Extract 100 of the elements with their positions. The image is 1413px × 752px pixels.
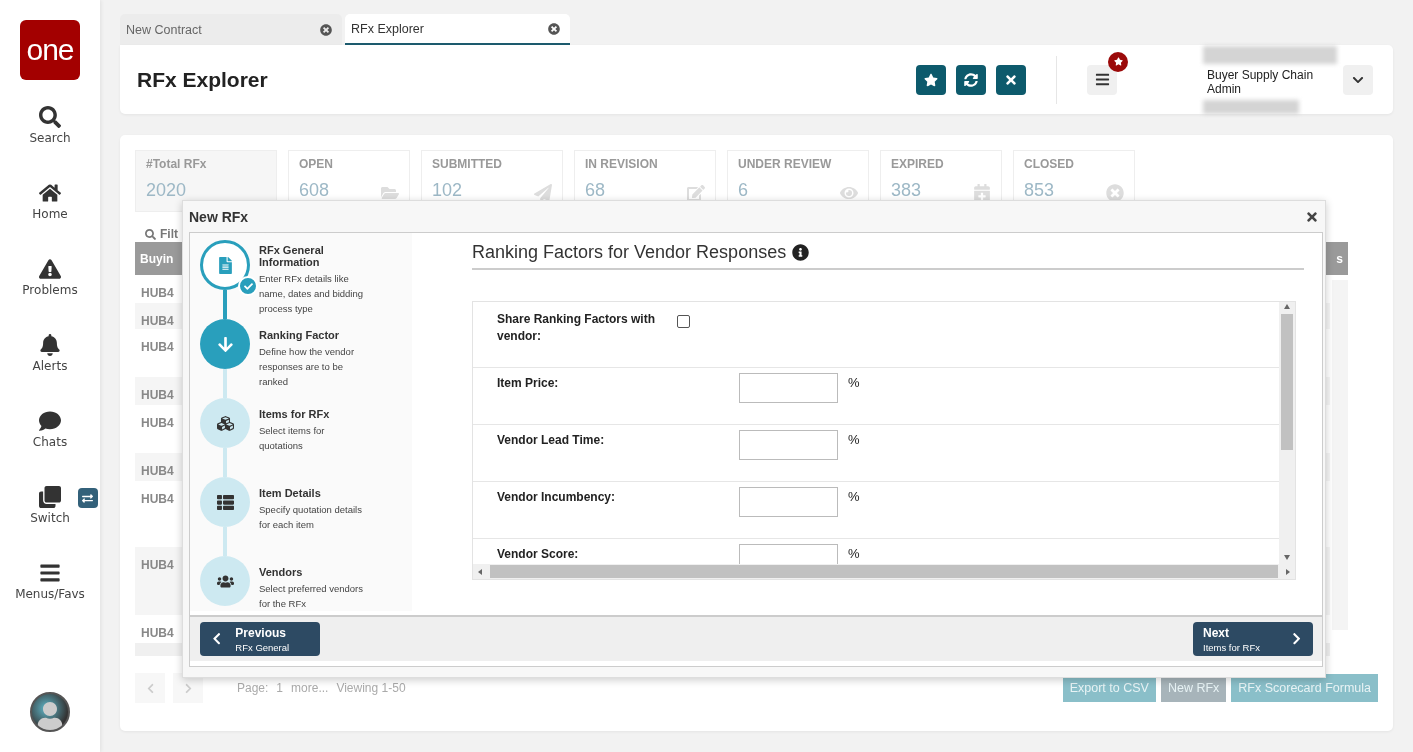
tab[interactable]: RFx Explorer xyxy=(345,14,570,45)
info-icon[interactable] xyxy=(792,244,810,261)
scroll-arrow-icon[interactable] xyxy=(476,567,484,576)
field-label: Vendor Lead Time: xyxy=(497,432,606,449)
stat-label: CLOSED xyxy=(1024,157,1075,171)
viewing-range: Viewing 1-50 xyxy=(336,681,406,695)
field-label: Share Ranking Factors with vendor: xyxy=(497,311,657,345)
document-icon xyxy=(216,256,234,274)
stat-label: OPEN xyxy=(299,157,334,171)
tab[interactable]: New Contract xyxy=(120,14,342,45)
stat-label: IN REVISION xyxy=(585,157,659,171)
table-cell: HUB4 xyxy=(141,492,174,506)
search-icon[interactable] xyxy=(39,106,61,128)
nav-label[interactable]: Chats xyxy=(32,435,68,449)
table-cell: HUB4 xyxy=(141,340,174,354)
close-icon xyxy=(1004,72,1018,87)
stat-value: 2020 xyxy=(146,180,187,201)
arrow-down-icon xyxy=(216,335,234,353)
previous-button[interactable]: Previous RFx General xyxy=(200,622,320,656)
table-cell: HUB4 xyxy=(141,558,174,572)
step-title[interactable]: RFx General Information xyxy=(259,244,364,268)
logo: one xyxy=(20,20,80,80)
step-title[interactable]: Vendors xyxy=(259,566,364,578)
stat-value: 102 xyxy=(432,180,463,201)
scroll-arrow-icon[interactable] xyxy=(1283,302,1291,310)
star-badge-icon xyxy=(1108,51,1128,72)
user-role: Buyer Supply Chain Admin xyxy=(1207,67,1315,96)
stat-value: 853 xyxy=(1024,180,1055,201)
column-header[interactable]: s xyxy=(1336,251,1343,266)
step-description: Select preferred vendors for the RFx xyxy=(259,582,364,611)
menu-icon xyxy=(1094,72,1110,87)
list-icon xyxy=(216,493,234,511)
step-circle[interactable] xyxy=(200,398,250,448)
nav-label[interactable]: Switch xyxy=(30,511,70,525)
percent-field[interactable] xyxy=(739,430,838,460)
cubes-icon xyxy=(216,414,234,432)
bell-icon[interactable] xyxy=(39,334,61,356)
step-description: Enter RFx details like name, dates and bidding process type xyxy=(259,272,364,316)
menu-button[interactable] xyxy=(1087,64,1117,95)
vertical-scrollbar[interactable] xyxy=(1279,302,1295,564)
warning-icon[interactable] xyxy=(39,258,61,280)
field-label: Item Price: xyxy=(497,375,560,392)
step-circle[interactable] xyxy=(200,477,250,527)
refresh-icon xyxy=(964,72,978,87)
close-icon[interactable] xyxy=(1305,209,1319,224)
filter-label[interactable]: Filt xyxy=(160,227,178,241)
close-icon[interactable] xyxy=(548,22,560,35)
table-cell: HUB4 xyxy=(141,286,174,300)
table-cell: HUB4 xyxy=(141,416,174,430)
stat-label: #Total RFx xyxy=(146,157,208,171)
chat-bubble-icon[interactable] xyxy=(39,410,61,432)
home-icon[interactable] xyxy=(39,182,61,204)
stat-value: 6 xyxy=(738,180,748,201)
stat-label: EXPIRED xyxy=(891,157,945,171)
percent-unit: % xyxy=(848,546,860,563)
step-title[interactable]: Items for RFx xyxy=(259,408,364,420)
percent-field[interactable] xyxy=(739,487,838,517)
step-description: Specify quotation details for each item xyxy=(259,503,363,532)
close-icon[interactable] xyxy=(320,23,332,36)
percent-unit: % xyxy=(848,375,860,392)
next-button[interactable]: Next Items for RFx xyxy=(1193,622,1313,656)
page-label: Page: xyxy=(237,681,269,695)
nav-label[interactable]: Menus/Favs xyxy=(15,587,85,601)
step-title[interactable]: Item Details xyxy=(259,487,364,499)
table-cell: HUB4 xyxy=(141,388,174,402)
column-header[interactable]: Buyin xyxy=(140,251,174,266)
windows-icon[interactable] xyxy=(39,486,61,508)
close-button[interactable] xyxy=(996,64,1026,95)
page-title: RFx Explorer xyxy=(137,67,269,92)
percent-unit: % xyxy=(848,432,860,449)
stat-label: SUBMITTED xyxy=(432,157,503,171)
percent-unit: % xyxy=(848,489,860,506)
table-cell: HUB4 xyxy=(141,464,174,478)
favorite-button[interactable] xyxy=(916,64,946,95)
step-description: Select items for quotations xyxy=(259,424,326,453)
field-label: Vendor Score: xyxy=(497,546,580,563)
stat-label: UNDER REVIEW xyxy=(738,157,833,171)
avatar[interactable] xyxy=(30,692,70,732)
step-circle[interactable] xyxy=(200,556,250,606)
checkbox[interactable] xyxy=(677,315,690,328)
section-heading: Ranking Factors for Vendor Responses xyxy=(472,242,787,263)
check-icon xyxy=(238,276,258,296)
star-icon xyxy=(924,72,938,87)
nav-label[interactable]: Alerts xyxy=(32,359,68,373)
stat-value: 68 xyxy=(585,180,606,201)
percent-field[interactable] xyxy=(739,373,838,403)
table-cell: HUB4 xyxy=(141,626,174,640)
swap-icon[interactable] xyxy=(77,488,98,508)
nav-label[interactable]: Search xyxy=(29,131,71,145)
horizontal-scrollbar[interactable] xyxy=(473,564,1295,579)
step-title[interactable]: Ranking Factor xyxy=(259,329,364,341)
table-cell: HUB4 xyxy=(141,314,174,328)
menu-icon[interactable] xyxy=(39,562,61,584)
stat-value: 383 xyxy=(891,180,922,201)
stat-value: 608 xyxy=(299,180,330,201)
step-description: Define how the vendor responses are to be ranked xyxy=(259,345,356,389)
nav-label[interactable]: Home xyxy=(32,207,68,221)
nav-label[interactable]: Problems xyxy=(22,283,78,297)
dropdown-button[interactable] xyxy=(1343,64,1373,95)
refresh-button[interactable] xyxy=(956,64,986,95)
